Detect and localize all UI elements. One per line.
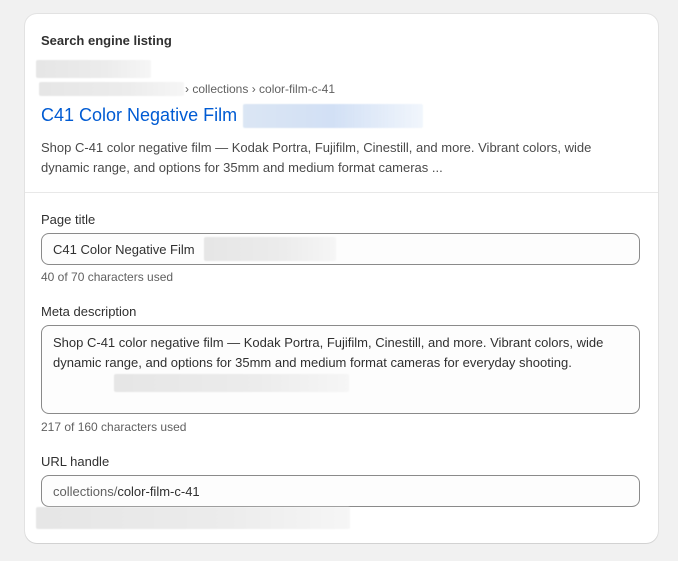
preview-title: C41 Color Negative Film xyxy=(41,105,238,125)
page-title-counter: 40 of 70 characters used xyxy=(41,270,174,284)
section-title: Search engine listing xyxy=(41,33,172,48)
meta-description-label: Meta description xyxy=(41,304,137,319)
url-handle-label: URL handle xyxy=(41,454,110,469)
page-title-label: Page title xyxy=(41,212,96,227)
redacted-store-name xyxy=(36,60,151,78)
seo-card: Search engine listing › collections › co… xyxy=(25,14,658,543)
url-handle-input[interactable]: collections/color-film-c-41 xyxy=(41,475,640,507)
redacted-domain xyxy=(39,82,184,96)
page-title-value: C41 Color Negative Film xyxy=(53,242,195,257)
meta-description-textarea[interactable]: Shop C-41 color negative film — Kodak Po… xyxy=(41,325,640,414)
url-handle-prefix: collections/ xyxy=(53,484,118,499)
redacted-meta-suffix xyxy=(114,374,349,392)
meta-description-value: Shop C-41 color negative film — Kodak Po… xyxy=(53,335,604,370)
redacted-page-title-suffix xyxy=(204,237,336,261)
page-title-input[interactable]: C41 Color Negative Film xyxy=(41,233,640,265)
preview-description: Shop C-41 color negative film — Kodak Po… xyxy=(41,140,592,175)
url-handle-value: color-film-c-41 xyxy=(117,484,200,499)
meta-description-counter: 217 of 160 characters used xyxy=(41,420,187,434)
search-preview: Search engine listing › collections › co… xyxy=(25,14,658,193)
redacted-title-suffix xyxy=(243,104,423,128)
preview-breadcrumb: › collections › color-film-c-41 xyxy=(185,82,336,96)
url-handle-text: collections/color-film-c-41 xyxy=(53,484,200,499)
redacted-url-preview xyxy=(36,507,350,529)
